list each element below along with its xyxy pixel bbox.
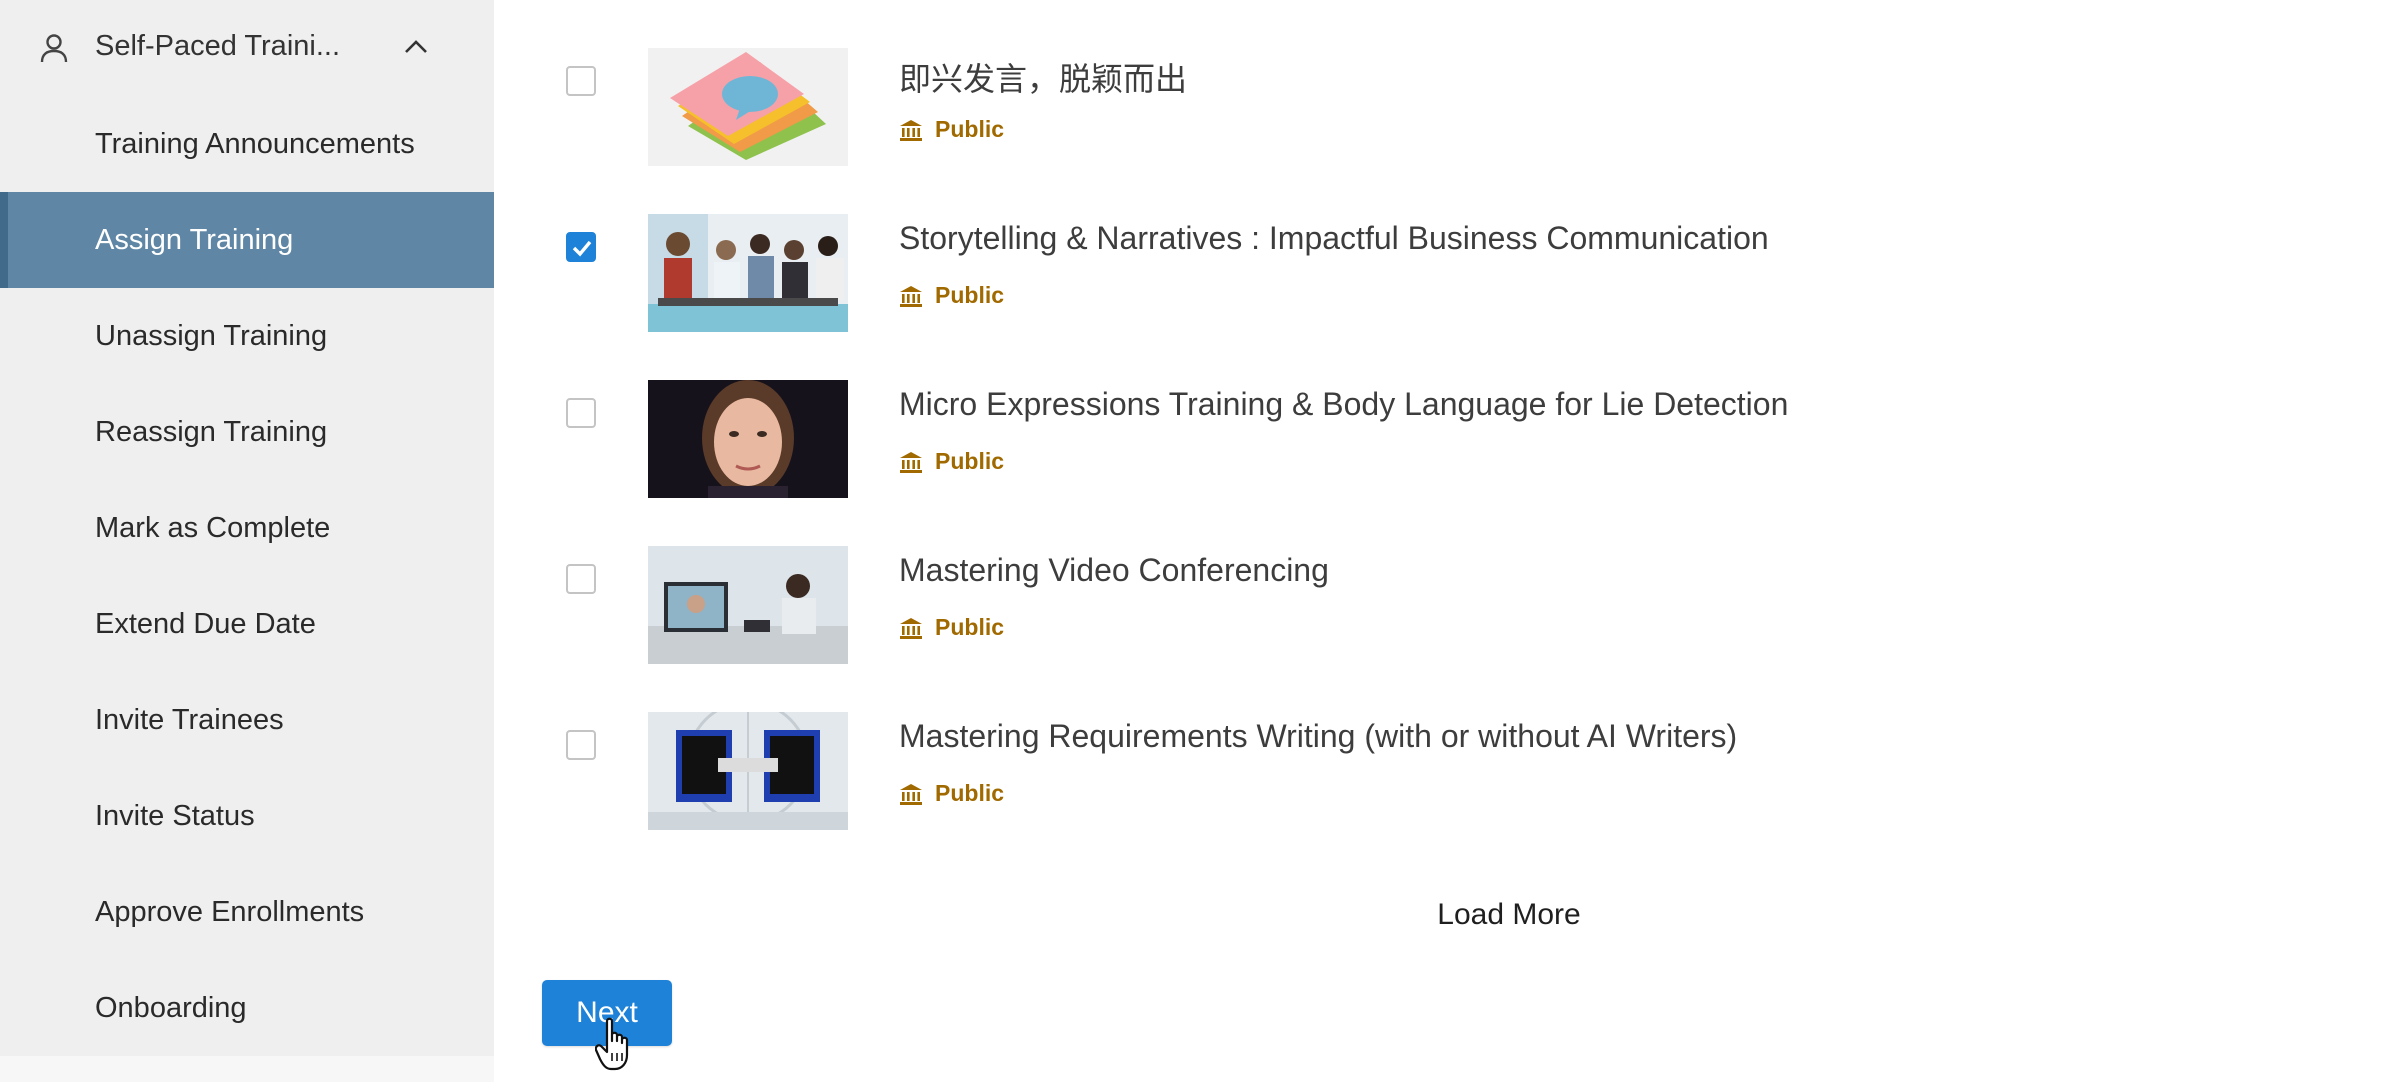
bank-icon [900, 451, 922, 473]
course-title[interactable]: Mastering Requirements Writing (with or … [899, 718, 1737, 755]
hand-cursor-icon [595, 1017, 629, 1071]
sidebar-item-onboarding[interactable]: Onboarding [0, 960, 494, 1056]
course-thumbnail [648, 380, 848, 498]
sidebar-item-extend-due-date[interactable]: Extend Due Date [0, 576, 494, 672]
sidebar-item-unassign-training[interactable]: Unassign Training [0, 288, 494, 384]
course-row[interactable]: 即兴发言，脱颖而出 Public [494, 48, 2294, 214]
sidebar-section-title: Self-Paced Traini... [95, 30, 340, 62]
sidebar-item-approve-enrollments[interactable]: Approve Enrollments [0, 864, 494, 960]
sidebar-item-invite-status[interactable]: Invite Status [0, 768, 494, 864]
bank-icon [900, 285, 922, 307]
checkmark-icon [572, 240, 592, 257]
visibility-label: Public [935, 448, 1005, 474]
sidebar-item-label: Mark as Complete [95, 511, 331, 544]
course-list: 即兴发言，脱颖而出 Public Storytelling & Narrativ… [494, 0, 2386, 1082]
sidebar-item-invite-trainees[interactable]: Invite Trainees [0, 672, 494, 768]
visibility-badge: Public [899, 282, 1004, 309]
sidebar-item-label: Extend Due Date [95, 607, 316, 640]
course-thumbnail [648, 48, 848, 166]
visibility-badge: Public [899, 780, 1004, 807]
course-thumbnail [648, 214, 848, 332]
user-icon [40, 34, 68, 63]
course-checkbox[interactable] [566, 564, 596, 594]
sidebar-item-assign-training[interactable]: Assign Training [0, 192, 494, 288]
sidebar-item-label: Invite Trainees [95, 703, 284, 736]
visibility-label: Public [935, 614, 1005, 640]
course-checkbox[interactable] [566, 398, 596, 428]
sidebar-footer [0, 1056, 494, 1082]
sidebar-item-label: Onboarding [95, 991, 247, 1024]
visibility-badge: Public [899, 614, 1004, 641]
sidebar-section-header[interactable]: Self-Paced Traini... [0, 0, 494, 96]
sidebar-item-reassign-training[interactable]: Reassign Training [0, 384, 494, 480]
bank-icon [900, 783, 922, 805]
sidebar-item-mark-as-complete[interactable]: Mark as Complete [0, 480, 494, 576]
sidebar-item-label: Assign Training [95, 223, 294, 256]
course-title[interactable]: 即兴发言，脱颖而出 [899, 54, 1187, 100]
course-title[interactable]: Micro Expressions Training & Body Langua… [899, 386, 1788, 423]
visibility-label: Public [935, 282, 1005, 308]
course-row[interactable]: Micro Expressions Training & Body Langua… [494, 380, 2294, 546]
visibility-badge: Public [899, 116, 1004, 143]
visibility-label: Public [935, 116, 1005, 142]
sidebar-item-label: Approve Enrollments [95, 895, 365, 928]
course-row[interactable]: Mastering Requirements Writing (with or … [494, 712, 2294, 878]
course-thumbnail [648, 546, 848, 664]
sidebar: Self-Paced Traini... Training Announceme… [0, 0, 494, 1056]
course-checkbox[interactable] [566, 730, 596, 760]
course-row[interactable]: Storytelling & Narratives : Impactful Bu… [494, 214, 2294, 380]
course-title[interactable]: Mastering Video Conferencing [899, 552, 1329, 589]
course-thumbnail [648, 712, 848, 830]
course-title[interactable]: Storytelling & Narratives : Impactful Bu… [899, 220, 1769, 257]
course-checkbox[interactable] [566, 66, 596, 96]
sidebar-item-label: Invite Status [95, 799, 255, 832]
chevron-up-icon[interactable] [402, 36, 430, 58]
visibility-badge: Public [899, 448, 1004, 475]
sidebar-item-label: Unassign Training [95, 319, 328, 352]
sidebar-nav: Training Announcements Assign Training U… [0, 96, 494, 1056]
load-more-link[interactable]: Load More [1394, 898, 1624, 932]
sidebar-item-label: Training Announcements [95, 127, 415, 160]
visibility-label: Public [935, 780, 1005, 806]
bank-icon [900, 617, 922, 639]
course-checkbox[interactable] [566, 232, 596, 262]
bank-icon [900, 119, 922, 141]
course-row[interactable]: Mastering Video Conferencing Public [494, 546, 2294, 712]
sidebar-item-label: Reassign Training [95, 415, 328, 448]
sidebar-item-training-announcements[interactable]: Training Announcements [0, 96, 494, 192]
